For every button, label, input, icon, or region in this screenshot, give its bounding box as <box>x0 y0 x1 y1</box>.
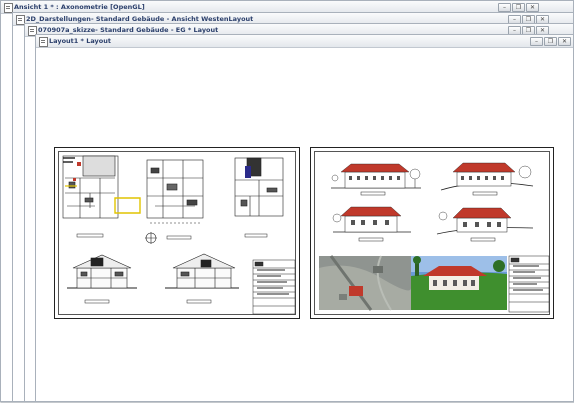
section-labels <box>84 299 212 304</box>
plans-drawing <box>62 155 296 315</box>
elevation-west <box>331 163 421 189</box>
section-2 <box>165 253 239 289</box>
window-layout1[interactable]: Layout1 * Layout – ❐ ✕ <box>35 34 574 402</box>
window-titlebar[interactable]: Layout1 * Layout – ❐ ✕ <box>36 35 573 48</box>
title-block <box>252 259 296 315</box>
window-title: Layout1 * Layout <box>49 37 111 45</box>
section-1 <box>67 254 137 289</box>
close-button[interactable]: ✕ <box>526 3 539 12</box>
close-button[interactable]: ✕ <box>558 37 571 46</box>
floor-plan-dg <box>234 157 284 217</box>
title-block <box>508 255 550 313</box>
layout-sheet-plans[interactable] <box>54 147 300 319</box>
elevations-drawing <box>319 162 550 313</box>
aerial-photo <box>319 255 411 311</box>
minimize-button[interactable]: – <box>530 37 543 46</box>
elevation-east <box>440 162 534 191</box>
restore-button[interactable]: ❐ <box>512 3 525 12</box>
minimize-button[interactable]: – <box>498 3 511 12</box>
elevation-north <box>436 207 534 235</box>
restore-button[interactable]: ❐ <box>544 37 557 46</box>
layout-sheet-elevations[interactable] <box>310 147 554 319</box>
plan-labels <box>76 233 268 240</box>
elevation-south <box>332 206 411 233</box>
document-icon <box>39 37 48 47</box>
floor-plan-og <box>146 159 204 224</box>
floor-plan-eg <box>62 155 157 244</box>
rendering-3d <box>411 256 507 310</box>
